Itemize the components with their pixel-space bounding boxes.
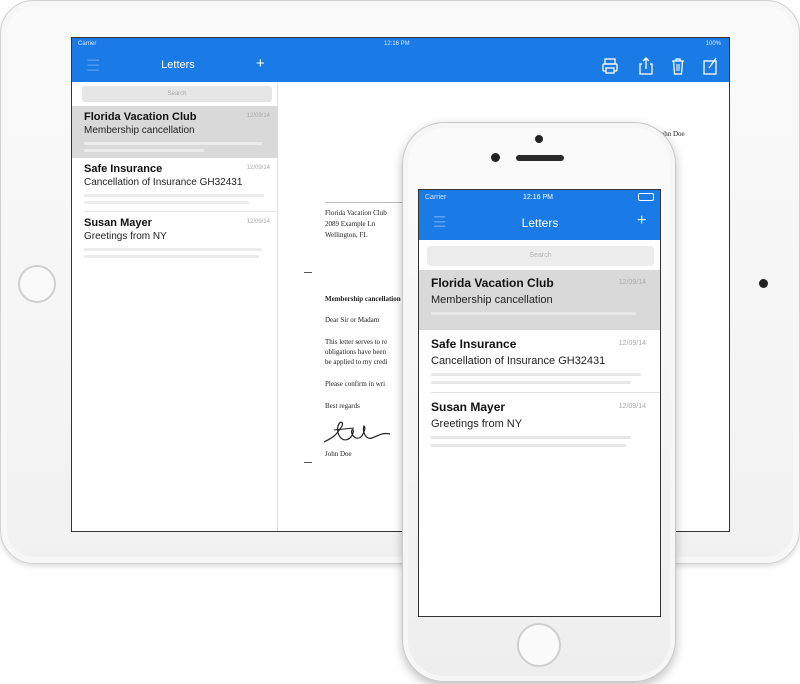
letter-date: 12/09/14 <box>246 165 270 171</box>
letter-subtitle: Greetings from NY <box>431 418 523 430</box>
search-field[interactable]: Search <box>427 246 654 266</box>
carrier-label: Carrier <box>78 41 97 47</box>
preview-line <box>431 381 631 384</box>
preview-line <box>431 373 641 376</box>
letter-title: Florida Vacation Club <box>431 276 554 290</box>
status-time: 12:16 PM <box>384 41 410 47</box>
ipad-nav-bar: ☰ Letters + <box>72 50 729 82</box>
closing: Best regards <box>325 402 360 410</box>
letter-title: Susan Mayer <box>84 217 152 229</box>
preview-line <box>431 312 636 315</box>
signature-name: John Doe <box>325 450 352 458</box>
letter-subtitle: Cancellation of Insurance GH32431 <box>431 355 606 367</box>
letter-subtitle: Membership cancellation <box>84 125 195 136</box>
body-line: be applied to my credi <box>325 358 388 366</box>
body-line: Please confirm in wri <box>325 380 386 388</box>
letters-sidebar: Search Florida Vacation Club 12/09/14 Me… <box>72 82 278 531</box>
preview-line <box>431 444 626 447</box>
menu-icon[interactable]: ☰ <box>86 56 100 76</box>
letter-date: 12/09/14 <box>246 113 270 119</box>
letter-subject: Membership cancellation <box>325 295 401 303</box>
print-icon[interactable] <box>602 57 618 75</box>
body-line: obligations have been <box>325 348 387 356</box>
compose-icon[interactable] <box>702 57 718 75</box>
iphone-speaker <box>516 155 564 161</box>
recipient-name: Florida Vacation Club <box>325 209 387 217</box>
letter-title: Safe Insurance <box>431 337 517 351</box>
signature-image <box>323 421 391 443</box>
carrier-label: Carrier <box>425 194 447 201</box>
letter-row[interactable]: Florida Vacation Club 12/09/14 Membershi… <box>419 270 660 330</box>
letter-date: 12/09/14 <box>618 403 646 410</box>
search-field[interactable]: Search <box>82 86 272 102</box>
share-icon[interactable] <box>638 57 654 75</box>
letter-title: Safe Insurance <box>84 163 163 175</box>
recipient-street: 2089 Example Ln <box>325 220 376 228</box>
letter-row[interactable]: Susan Mayer 12/09/14 Greetings from NY <box>419 394 660 456</box>
letter-subtitle: Greetings from NY <box>84 231 167 242</box>
iphone-screen: Carrier 12:16 PM ☰ Letters + Search Flor… <box>418 189 661 617</box>
status-time: 12:16 PM <box>523 194 553 201</box>
row-divider <box>431 392 660 393</box>
battery-icon <box>638 193 654 201</box>
iphone-front-camera <box>535 135 543 143</box>
preview-line <box>84 248 262 251</box>
menu-icon[interactable]: ☰ <box>433 213 446 231</box>
fold-mark <box>304 462 312 463</box>
letter-row[interactable]: Safe Insurance 12/09/14 Cancellation of … <box>72 158 278 212</box>
iphone-status-bar: Carrier 12:16 PM <box>419 190 660 206</box>
iphone-nav-bar: ☰ Letters + <box>419 206 660 240</box>
add-letter-button[interactable]: + <box>637 212 646 230</box>
body-line: This letter serves to re <box>325 338 388 346</box>
preview-line <box>84 201 249 204</box>
iphone-sensor <box>491 153 500 162</box>
ipad-device: Carrier 12:16 PM 100% ☰ Letters + Search <box>0 0 800 564</box>
letter-row[interactable]: Safe Insurance 12/09/14 Cancellation of … <box>419 331 660 393</box>
preview-line <box>84 255 259 258</box>
ipad-camera <box>759 279 768 288</box>
fold-mark <box>304 272 312 273</box>
ipad-status-bar: Carrier 12:16 PM 100% <box>72 38 729 50</box>
nav-title: Letters <box>161 59 195 71</box>
letter-subtitle: Cancellation of Insurance GH32431 <box>84 177 243 188</box>
preview-line <box>431 436 631 439</box>
recipient-city: Wellington, FL <box>325 231 368 239</box>
iphone-home-button[interactable] <box>517 623 561 667</box>
letter-title: Susan Mayer <box>431 400 506 414</box>
preview-line <box>84 194 264 197</box>
preview-line <box>84 142 262 145</box>
letter-date: 12/09/14 <box>246 219 270 225</box>
salutation: Dear Sir or Madam <box>325 316 380 324</box>
add-letter-button[interactable]: + <box>256 55 265 72</box>
battery-label: 100% <box>705 41 721 47</box>
iphone-device: Carrier 12:16 PM ☰ Letters + Search Flor… <box>402 122 676 682</box>
letter-date: 12/09/14 <box>618 340 646 347</box>
letter-row[interactable]: Susan Mayer 12/09/14 Greetings from NY <box>72 212 278 266</box>
letter-subtitle: Membership cancellation <box>431 294 553 306</box>
nav-title: Letters <box>521 216 559 230</box>
preview-line <box>84 149 204 152</box>
letter-row[interactable]: Florida Vacation Club 12/09/14 Membershi… <box>72 106 278 158</box>
trash-icon[interactable] <box>670 57 686 75</box>
letter-date: 12/09/14 <box>618 279 646 286</box>
letter-title: Florida Vacation Club <box>84 111 197 123</box>
ipad-home-button[interactable] <box>18 265 56 303</box>
